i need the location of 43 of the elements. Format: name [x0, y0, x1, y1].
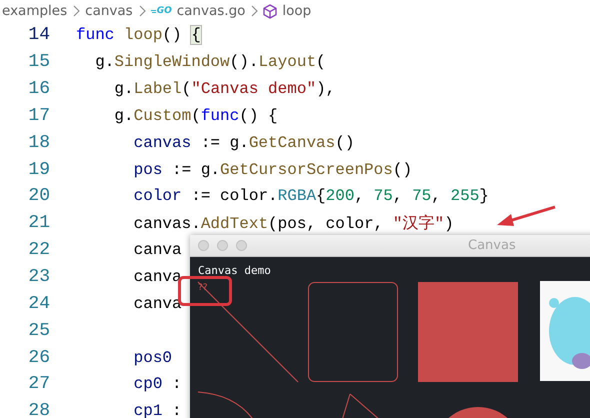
code-line: cp0 :: [132, 375, 182, 394]
line-number: 23: [27, 267, 50, 288]
zoom-button[interactable]: [236, 240, 247, 251]
line-number: 27: [27, 374, 50, 394]
line-number: 25: [27, 320, 50, 341]
cube-icon: [263, 4, 278, 18]
code-line: func loop() {: [76, 26, 201, 44]
code-line: pos := g.GetCursorScreenPos(): [132, 160, 412, 179]
file-type-badge: GO: [150, 6, 172, 16]
breadcrumb-item[interactable]: canvas.go: [176, 3, 246, 19]
line-number: 21: [27, 213, 50, 234]
line-number: 18: [27, 132, 50, 153]
chevron-icon: [138, 5, 146, 17]
minimize-button[interactable]: [217, 240, 228, 251]
window-title: Canvas: [468, 238, 516, 253]
code-line: pos0: [132, 348, 172, 367]
line-number: 26: [27, 348, 50, 368]
code-line: color := color.RGBA{200, 75, 75, 255}: [132, 187, 489, 206]
code-line: canva: [132, 294, 182, 313]
line-number: 22: [27, 240, 50, 260]
line-number: 15: [27, 52, 50, 72]
code-line: g.Label("Canvas demo"),: [113, 80, 336, 98]
close-button[interactable]: [198, 240, 209, 251]
line-number: 24: [27, 294, 50, 314]
line-number: 19: [27, 160, 50, 180]
canvas-label: Canvas demo: [198, 264, 271, 277]
code-line: canvas := g.GetCanvas(): [132, 134, 354, 152]
line-number: 16: [27, 79, 50, 100]
line-number: 28: [27, 401, 50, 418]
line-number: 17: [27, 106, 50, 126]
breadcrumb-item[interactable]: loop: [282, 3, 312, 19]
code-line: g.SingleWindow().Layout(: [94, 53, 326, 72]
line-number: 14: [27, 25, 50, 46]
breadcrumb-item[interactable]: examples: [2, 3, 68, 19]
chevron-icon: [72, 5, 80, 17]
code-line: canva: [132, 268, 182, 286]
breadcrumb-item[interactable]: canvas: [85, 3, 133, 19]
line-number: 20: [27, 186, 50, 206]
code-line: canvas.AddText(pos, color, "汉字"): [132, 214, 454, 234]
code-line: canva: [132, 241, 182, 260]
chevron-icon: [250, 5, 258, 17]
code-line: g.Custom(func() {: [113, 106, 278, 125]
annotation-arrow: [495, 204, 557, 228]
